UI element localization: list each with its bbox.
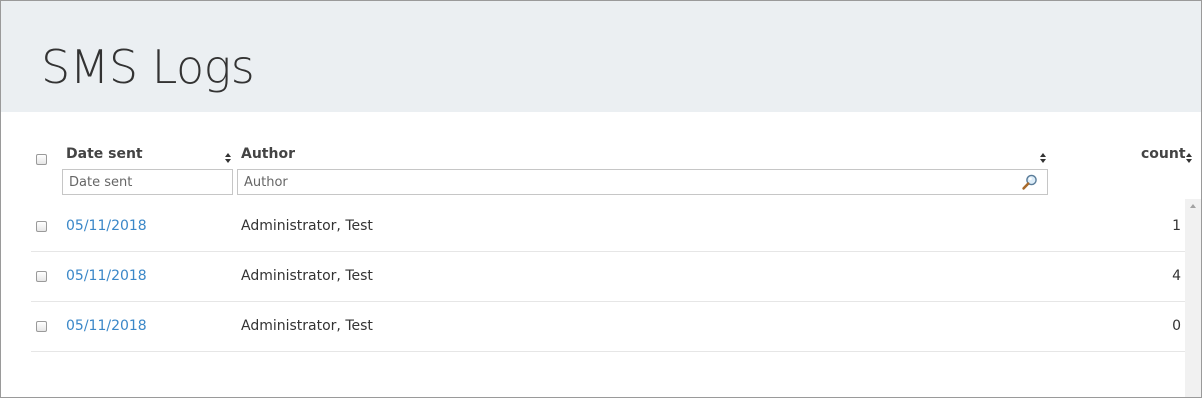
search-icon[interactable] — [1021, 173, 1039, 191]
author-cell: Administrator, Test — [241, 218, 373, 234]
row-checkbox[interactable] — [36, 221, 47, 232]
date-sent-filter-input[interactable] — [62, 169, 233, 195]
sort-date-sent-icon[interactable] — [225, 153, 233, 163]
table-row[interactable]: 05/11/2018 Administrator, Test 4 — [31, 252, 1201, 302]
sort-count-icon[interactable] — [1186, 153, 1194, 163]
date-sent-link[interactable]: 05/11/2018 — [66, 218, 147, 234]
row-checkbox[interactable] — [36, 271, 47, 282]
column-header-count[interactable]: count — [1141, 146, 1186, 162]
grid-header: Date sent Author count — [31, 142, 1201, 202]
vertical-scrollbar[interactable] — [1185, 199, 1201, 397]
table-row[interactable]: 05/11/2018 Administrator, Test 0 — [31, 302, 1201, 352]
sort-author-icon[interactable] — [1040, 153, 1048, 163]
column-header-date-sent[interactable]: Date sent — [66, 146, 143, 162]
select-all-checkbox[interactable] — [36, 154, 47, 165]
column-header-author[interactable]: Author — [241, 146, 295, 162]
page-title: SMS Logs — [41, 40, 255, 94]
date-sent-link[interactable]: 05/11/2018 — [66, 268, 147, 284]
scroll-up-arrow-icon[interactable] — [1190, 204, 1196, 208]
date-sent-link[interactable]: 05/11/2018 — [66, 318, 147, 334]
count-cell: 4 — [1172, 268, 1181, 284]
sms-logs-grid: Date sent Author count 05/11/2018 Admini… — [31, 142, 1201, 352]
page-header: SMS Logs — [1, 1, 1201, 112]
author-cell: Administrator, Test — [241, 318, 373, 334]
row-checkbox[interactable] — [36, 321, 47, 332]
table-row[interactable]: 05/11/2018 Administrator, Test 1 — [31, 202, 1201, 252]
count-cell: 1 — [1172, 218, 1181, 234]
author-cell: Administrator, Test — [241, 268, 373, 284]
author-filter-input[interactable] — [237, 169, 1048, 195]
count-cell: 0 — [1172, 318, 1181, 334]
sms-logs-window: SMS Logs Date sent Author count 05/11/20… — [0, 0, 1202, 398]
